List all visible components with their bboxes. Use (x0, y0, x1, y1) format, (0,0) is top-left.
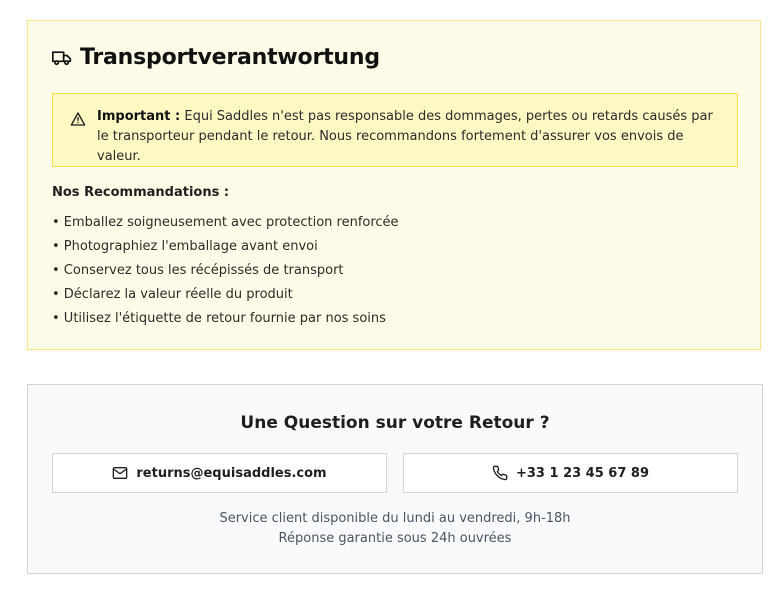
phone-contact-button[interactable]: +33 1 23 45 67 89 (403, 453, 738, 493)
list-item: • Déclarez la valeur réelle du produit (52, 287, 293, 302)
transport-header: Transportverantwortung (52, 45, 380, 70)
service-hours: Service client disponible du lundi au ve… (219, 511, 571, 526)
transport-responsibility-card: Transportverantwortung Important : Equi … (27, 20, 761, 350)
return-question-card: Une Question sur votre Retour ? returns@… (27, 384, 763, 574)
mail-icon (112, 465, 128, 481)
service-info: Service client disponible du lundi au ve… (28, 509, 762, 549)
recommendations-list: • Emballez soigneusement avec protection… (52, 211, 399, 331)
question-title: Une Question sur votre Retour ? (240, 413, 550, 433)
warning-triangle-icon (70, 111, 86, 127)
phone-label: +33 1 23 45 67 89 (515, 465, 650, 481)
phone-icon (492, 465, 508, 481)
email-contact-button[interactable]: returns@equisaddles.com (52, 453, 387, 493)
alert-message: Equi Saddles n'est pas responsable des d… (97, 109, 713, 164)
response-guarantee: Réponse garantie sous 24h ouvrées (278, 531, 512, 546)
transport-title: Transportverantwortung (80, 45, 380, 70)
list-item: • Photographiez l'emballage avant envoi (52, 239, 318, 254)
email-label: returns@equisaddles.com (136, 465, 327, 481)
list-item: • Utilisez l'étiquette de retour fournie… (52, 311, 386, 326)
list-item: • Emballez soigneusement avec protection… (52, 215, 399, 230)
alert-text: Important : Equi Saddles n'est pas respo… (97, 107, 717, 167)
alert-label: Important : (97, 109, 181, 124)
recommendations-title: Nos Recommandations : (52, 185, 230, 200)
truck-icon (52, 48, 72, 68)
important-alert: Important : Equi Saddles n'est pas respo… (52, 93, 738, 167)
list-item: • Conservez tous les récépissés de trans… (52, 263, 344, 278)
